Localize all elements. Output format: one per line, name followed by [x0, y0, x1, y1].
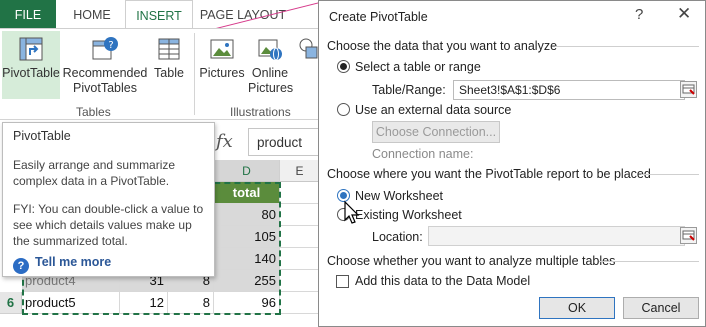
table-icon [158, 38, 180, 60]
empty-cell[interactable] [280, 292, 320, 314]
range-picker-icon[interactable] [680, 81, 697, 98]
location-input[interactable] [428, 226, 685, 246]
section-analyze-data: Choose the data that you want to analyze [327, 39, 558, 53]
section-report-placement: Choose where you want the PivotTable rep… [327, 167, 651, 181]
table-range-label: Table/Range: [372, 83, 446, 97]
tooltip-body-1: Easily arrange and summarize complex dat… [13, 158, 176, 188]
create-pivottable-dialog: Create PivotTable ? ✕ Choose the data th… [318, 0, 706, 327]
formula-bar: fx product [210, 128, 328, 156]
choose-connection-button[interactable]: Choose Connection... [372, 121, 500, 143]
group-separator [194, 33, 195, 115]
mouse-cursor-icon [344, 200, 360, 224]
table-range-input[interactable]: Sheet3!$A$1:$D$6 [453, 80, 685, 100]
recommended-label-2: PivotTables [73, 81, 137, 95]
empty-cell[interactable] [280, 270, 320, 292]
radio-existing-worksheet-label[interactable]: Existing Worksheet [355, 208, 462, 222]
screen: FILE HOME INSERT PAGE LAYOUT PivotTable … [0, 0, 706, 327]
dialog-title: Create PivotTable [329, 10, 428, 24]
tooltip-title: PivotTable [13, 129, 71, 143]
section-multiple-tables: Choose whether you want to analyze multi… [327, 254, 616, 268]
column-header-d[interactable]: D [214, 160, 280, 182]
pivottable-button[interactable]: PivotTable [2, 31, 60, 99]
group-label-illustrations: Illustrations [230, 105, 291, 119]
connection-name-label: Connection name: [372, 147, 474, 161]
radio-new-worksheet-label[interactable]: New Worksheet [355, 189, 443, 203]
pictures-label: Pictures [199, 66, 245, 80]
dialog-help-button[interactable]: ? [635, 6, 643, 23]
radio-select-table-label[interactable]: Select a table or range [355, 60, 481, 74]
cancel-button[interactable]: Cancel [623, 297, 699, 319]
pivottable-icon [19, 37, 43, 61]
recommended-pivottables-icon: ? [92, 37, 118, 60]
pictures-icon [210, 39, 234, 59]
ok-button[interactable]: OK [539, 297, 615, 319]
recommended-label-1: Recommended [62, 66, 148, 80]
recommended-pivottables-button[interactable]: ? Recommended PivotTables [62, 35, 148, 96]
tab-home[interactable]: HOME [64, 0, 120, 28]
dialog-close-button[interactable]: ✕ [677, 4, 691, 24]
tooltip-body-2: FYI: You can double-click a value to see… [13, 202, 204, 248]
pictures-button[interactable]: Pictures [198, 35, 246, 81]
table-label: Table [154, 66, 184, 80]
shapes-icon [299, 38, 318, 59]
function-icon[interactable]: fx [216, 131, 233, 152]
column-header-e[interactable]: E [280, 160, 320, 182]
help-icon: ? [13, 258, 29, 274]
tell-me-more-link[interactable]: ? Tell me more [13, 255, 111, 274]
section-divider [599, 261, 699, 262]
group-label-tables: Tables [76, 105, 111, 119]
radio-external-source-label[interactable]: Use an external data source [355, 103, 511, 117]
radio-external-source[interactable] [337, 103, 350, 116]
empty-cell[interactable] [280, 248, 320, 270]
shapes-button[interactable] [296, 35, 320, 66]
empty-cell[interactable] [280, 182, 320, 204]
section-divider [555, 46, 699, 47]
ribbon-insert: PivotTable ? Recommended PivotTables Tab… [0, 28, 320, 120]
tell-me-more-label: Tell me more [35, 255, 112, 269]
online-pictures-label-1: Online [251, 66, 289, 80]
pivottable-label: PivotTable [2, 66, 60, 80]
data-model-checkbox[interactable] [336, 275, 349, 288]
pivottable-tooltip: PivotTable Easily arrange and summarize … [2, 122, 215, 277]
online-pictures-label-2: Pictures [248, 81, 294, 95]
online-pictures-icon [258, 39, 282, 61]
radio-select-table[interactable] [337, 60, 350, 73]
location-label: Location: [372, 230, 423, 244]
formula-input[interactable]: product [248, 128, 328, 156]
data-model-checkbox-label[interactable]: Add this data to the Data Model [355, 274, 530, 288]
callout-line [210, 0, 330, 30]
svg-text:?: ? [108, 40, 113, 51]
empty-cell[interactable] [280, 204, 320, 226]
section-divider [641, 174, 699, 175]
row-header-6[interactable]: 6 [0, 292, 22, 314]
empty-cell[interactable] [280, 226, 320, 248]
tab-insert[interactable]: INSERT [125, 0, 193, 29]
online-pictures-button[interactable]: Online Pictures [248, 35, 294, 96]
table-button[interactable]: Table [150, 35, 188, 81]
tab-file[interactable]: FILE [0, 0, 56, 28]
location-picker-icon[interactable] [680, 227, 697, 244]
